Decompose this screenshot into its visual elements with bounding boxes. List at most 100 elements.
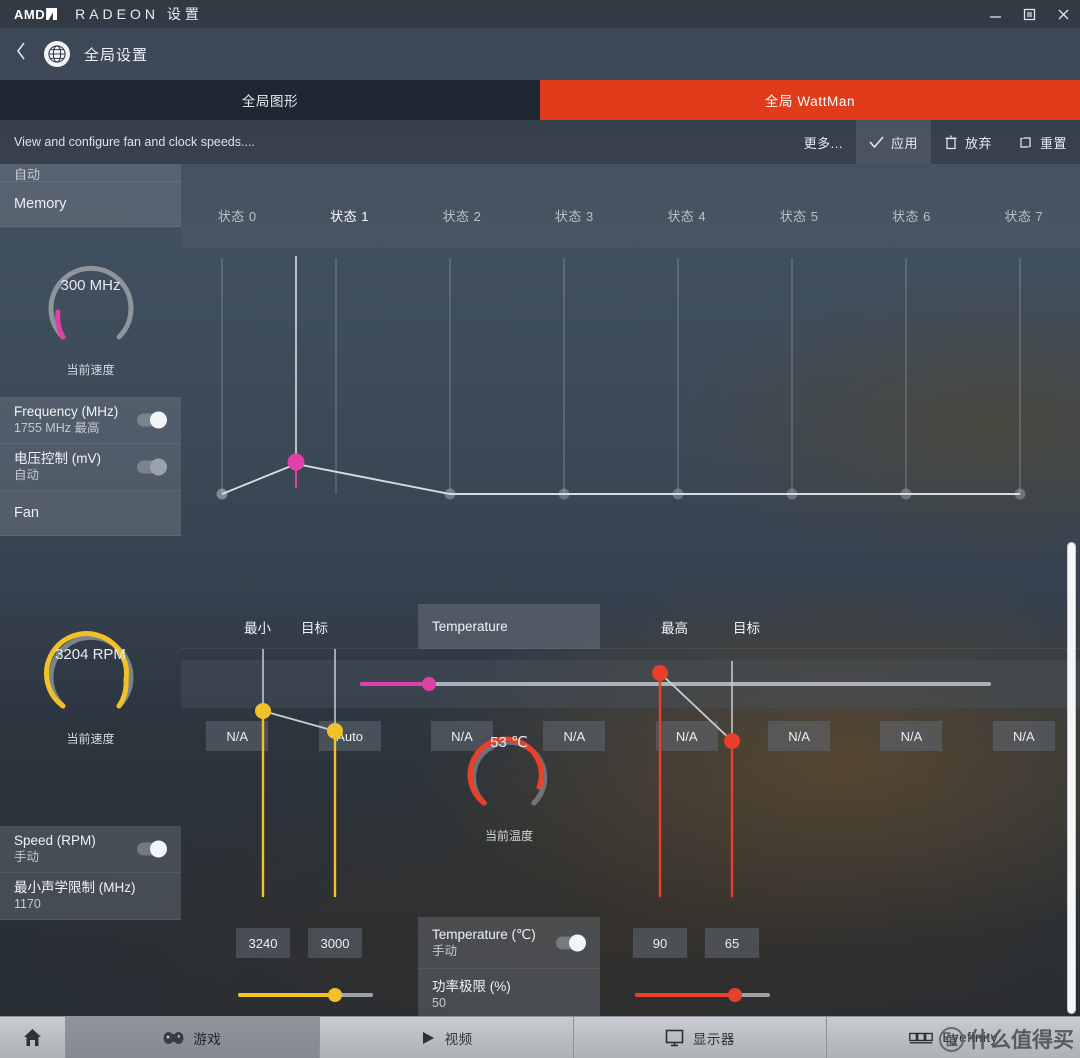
back-chevron-icon[interactable] [4,42,38,66]
temperature-field[interactable]: Temperature (℃) 手动 [418,917,600,969]
check-icon [869,136,884,148]
fan-header-max: 最高 [661,604,688,649]
state-header-5[interactable]: 状态 5 [743,206,855,225]
tab-global-graphics[interactable]: 全局图形 [0,80,540,120]
fan-value-row-right: 90 65 [600,917,837,969]
fan-header-target-right-label: 目标 [733,620,760,636]
temp-slider-row [600,969,837,1021]
state-header-0[interactable]: 状态 0 [181,206,293,225]
temperature-gauge-caption: 当前温度 [484,828,533,843]
state-header-6[interactable]: 状态 6 [855,206,967,225]
fan-value-target[interactable]: 3000 [308,928,362,958]
fan-header-temperature-label: Temperature [432,619,508,634]
monitor-icon [665,1029,684,1046]
temp-slider-track[interactable] [635,988,770,1002]
fan-speed-graph[interactable] [181,649,418,917]
memory-gauge-arc [48,265,133,339]
fan-header-target-left: 目标 [301,604,328,649]
watermark: 值 什么值得买 [939,1024,1074,1054]
fan-value-min[interactable]: 3240 [236,928,290,958]
reset-button[interactable]: 重置 [1005,120,1080,164]
fan-header-temperature: Temperature [418,604,600,649]
power-limit-title: 功率极限 (%) [432,979,511,994]
action-buttons: 更多... 应用 放弃 重置 [791,120,1080,164]
state-header-2[interactable]: 状态 2 [406,206,518,225]
apply-button[interactable]: 应用 [855,120,931,164]
fan-gauge-caption: 当前速度 [66,731,115,746]
title-bar: AMD RADEON 设置 [0,0,1080,28]
discard-button[interactable]: 放弃 [931,120,1005,164]
power-limit-field[interactable]: 功率极限 (%) 50 [418,969,600,1021]
temperature-toggle[interactable] [556,934,586,951]
acoustic-limit-sub: 1170 [14,897,41,911]
fan-header-min-label: 最小 [244,620,271,636]
sidebar-field-voltage[interactable]: 电压控制 (mV) 自动 [0,444,181,491]
frequency-toggle[interactable] [137,411,167,429]
nav-item-video[interactable]: 视频 [320,1017,574,1058]
state-value-6[interactable]: N/A [880,721,943,751]
amd-arrow-icon [46,8,58,20]
maximize-icon[interactable] [1012,0,1046,28]
nav-item-games-label: 游戏 [193,1031,222,1047]
sidebar-field-frequency[interactable]: Frequency (MHz) 1755 MHz 最高 [0,397,181,444]
trash-icon [945,134,957,149]
more-button[interactable]: 更多... [791,120,856,164]
nav-item-display[interactable]: 显示器 [574,1017,828,1058]
nav-item-games[interactable]: 游戏 [66,1017,320,1058]
speed-toggle[interactable] [137,840,167,858]
nav-item-display-label: 显示器 [692,1031,735,1047]
sidebar-header-memory: Memory [0,182,181,227]
fan-header-target-left-label: 目标 [301,620,328,636]
temperature-graph-svg[interactable] [600,649,837,917]
fan-slider-thumb[interactable] [328,988,343,1002]
home-icon [24,1029,41,1046]
more-label: 更多... [803,135,843,151]
memory-clock-graph[interactable] [181,248,1080,660]
app-title: RADEON 设置 [75,6,203,22]
fan-slider-row [181,969,418,1021]
fan-header-target-right: 目标 [733,604,760,649]
state-header-1[interactable]: 状态 1 [293,206,405,225]
amd-logo-text: AMD [14,6,46,22]
state-header-7[interactable]: 状态 7 [968,206,1080,225]
fan-slider-fill [238,993,336,997]
nav-home[interactable] [0,1017,66,1058]
temp-value-target[interactable]: 65 [705,928,759,958]
state-header-4[interactable]: 状态 4 [631,206,743,225]
watermark-text: 什么值得买 [969,1029,1074,1052]
fan-speed-graph-svg[interactable] [181,649,418,917]
tab-bar: 全局图形 全局 WattMan [0,80,1080,120]
temperature-graph[interactable] [600,649,837,917]
nav-item-video-label: 视频 [444,1031,473,1047]
close-icon[interactable] [1046,0,1080,28]
fan-slider-track[interactable] [238,988,373,1002]
fan-header-min: 最小 [181,604,418,649]
temp-slider-thumb[interactable] [727,988,742,1002]
power-limit-sub: 50 [432,996,446,1010]
state-value-7[interactable]: N/A [992,721,1055,751]
state-header-3[interactable]: 状态 3 [518,206,630,225]
temperature-gauge: 53 ℃ 当前温度 [418,649,600,917]
state-header-row: 状态 0 状态 1 状态 2 状态 3 状态 4 状态 5 状态 6 状态 7 [181,182,1080,248]
discard-label: 放弃 [964,135,992,151]
tab-global-wattman[interactable]: 全局 WattMan [540,80,1080,120]
reset-icon [1018,134,1033,150]
vertical-scrollbar[interactable] [1067,542,1076,1014]
eyefinity-icon [909,1032,934,1044]
memory-gauge: 300 MHz 当前速度 [0,227,181,397]
reset-label: 重置 [1039,135,1067,151]
memory-clock-graph-svg[interactable] [181,248,1080,660]
temperature-gauge-value: 53 ℃ [490,734,528,751]
breadcrumb-label: 全局设置 [84,46,149,64]
sidebar: 自动 Memory 300 MHz 当前速度 Frequency (MHz) 1… [0,164,181,1016]
voltage-toggle[interactable] [137,458,167,476]
fan-header-row: 最小 目标 Temperature 最高 目标 [181,604,1080,649]
window-controls [978,0,1080,28]
sidebar-partial-top: 自动 [0,164,181,182]
apply-label: 应用 [890,135,918,151]
memory-gauge-caption: 当前速度 [66,362,115,377]
minimize-icon[interactable] [978,0,1012,28]
temp-value-max[interactable]: 90 [633,928,687,958]
sidebar-field-speed[interactable]: Speed (RPM) 手动 [0,826,181,873]
sidebar-field-acoustic-limit[interactable]: 最小声学限制 (MHz) 1170 [0,873,181,920]
